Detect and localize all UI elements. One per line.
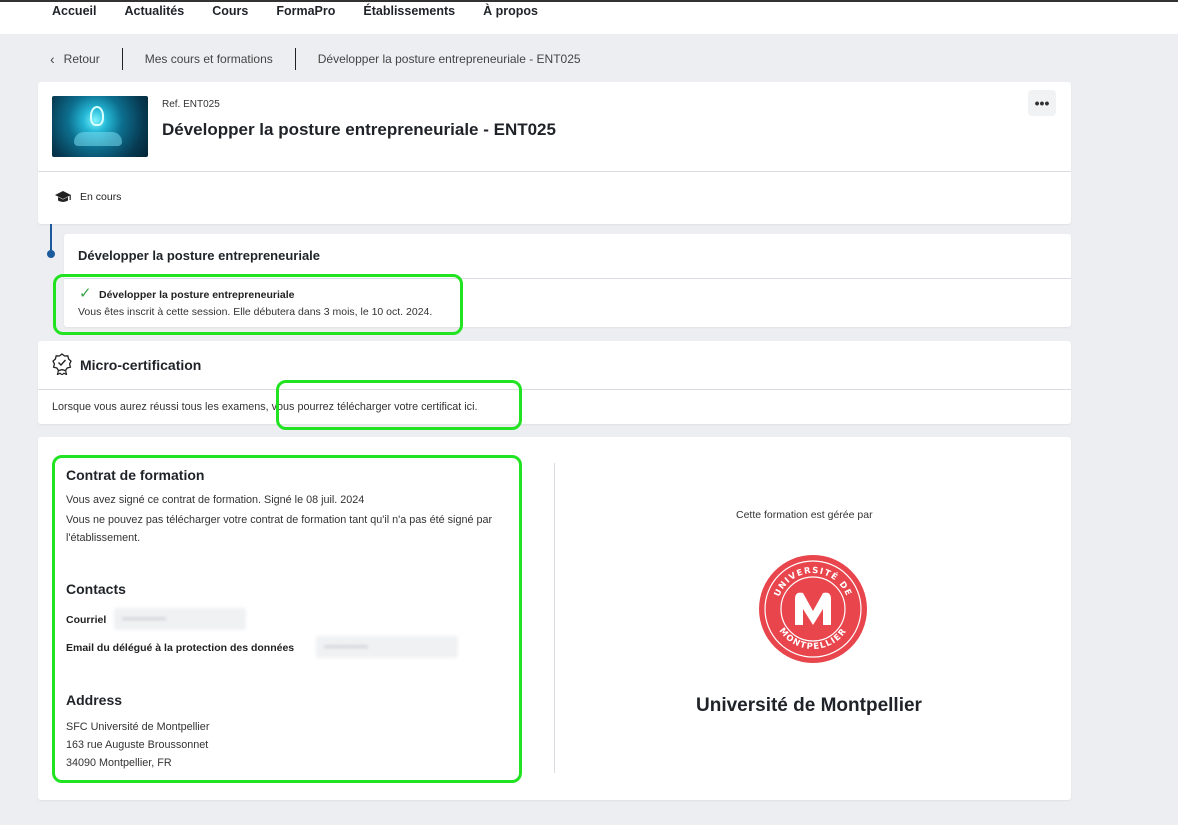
contract-card: Contrat de formation Vous avez signé ce … xyxy=(38,437,1071,800)
module-title: Développer la posture entrepreneuriale xyxy=(78,248,321,263)
contract-title: Contrat de formation xyxy=(66,467,205,483)
divider xyxy=(64,278,1071,279)
course-title: Développer la posture entrepreneuriale -… xyxy=(162,120,556,139)
hand-graphic xyxy=(74,132,122,146)
micro-certification-text: Lorsque vous aurez réussi tous les exame… xyxy=(52,401,478,413)
nav-a-propos[interactable]: À propos xyxy=(483,2,538,20)
session-name: Développer la posture entrepreneuriale xyxy=(99,289,295,301)
contract-download-info: Vous ne pouvez pas télécharger votre con… xyxy=(66,514,493,544)
module-card: Développer la posture entrepreneuriale ✓… xyxy=(64,234,1071,327)
chevron-left-icon: ‹ xyxy=(50,51,55,67)
award-badge-icon xyxy=(52,353,72,375)
breadcrumb: ‹ Retour Mes cours et formations Dévelop… xyxy=(50,48,581,70)
back-link[interactable]: ‹ Retour xyxy=(50,52,100,66)
course-ref: Ref. ENT025 xyxy=(162,99,220,110)
contract-signed-text: Vous avez signé ce contrat de formation.… xyxy=(66,494,365,506)
address-title: Address xyxy=(66,692,123,708)
check-icon: ✓ xyxy=(79,285,92,302)
micro-certification-card: Micro-certification Lorsque vous aurez r… xyxy=(38,341,1071,424)
column-divider xyxy=(554,463,555,773)
graduation-cap-icon xyxy=(55,191,71,202)
address-line-2: 163 rue Auguste Broussonnet xyxy=(66,739,209,751)
managed-by-label: Cette formation est gérée par xyxy=(736,509,873,521)
micro-certification-title: Micro-certification xyxy=(80,357,202,373)
email-label: Courriel xyxy=(66,614,107,626)
course-status: En cours xyxy=(54,190,121,204)
university-logo: UNIVERSITÉ DE MONTPELLIER xyxy=(759,555,867,663)
status-label: En cours xyxy=(80,191,122,203)
nav-accueil[interactable]: Accueil xyxy=(52,2,96,20)
breadcrumb-separator xyxy=(121,48,123,70)
nav-cours[interactable]: Cours xyxy=(212,2,248,20)
breadcrumb-parent-link[interactable]: Mes cours et formations xyxy=(145,52,273,66)
more-options-button[interactable]: ••• xyxy=(1028,90,1056,116)
university-name: Université de Montpellier xyxy=(696,695,922,716)
divider xyxy=(38,171,1071,172)
contacts-title: Contacts xyxy=(66,581,126,597)
dpo-email-value-redacted[interactable]: •••••••••••••• xyxy=(316,636,458,658)
address-line-3: 34090 Montpellier, FR xyxy=(66,757,172,769)
divider xyxy=(38,389,1071,390)
lightbulb-graphic xyxy=(90,106,104,126)
session-info: Vous êtes inscrit à cette session. Elle … xyxy=(78,306,433,318)
top-navigation: Accueil Actualités Cours FormaPro Établi… xyxy=(0,2,1178,34)
address-line-1: SFC Université de Montpellier xyxy=(66,721,210,733)
breadcrumb-current: Développer la posture entrepreneuriale -… xyxy=(317,52,581,66)
course-thumbnail xyxy=(52,96,148,157)
nav-actualites[interactable]: Actualités xyxy=(124,2,184,20)
dpo-email-label: Email du délégué à la protection des don… xyxy=(66,642,295,654)
course-header-card: Ref. ENT025 Développer la posture entrep… xyxy=(38,82,1071,224)
timeline-dot xyxy=(47,250,55,258)
breadcrumb-separator xyxy=(294,48,296,70)
email-value-redacted[interactable]: •••••••••••••• xyxy=(114,608,246,630)
nav-etablissements[interactable]: Établissements xyxy=(363,2,455,20)
more-dots-icon: ••• xyxy=(1034,95,1050,111)
back-label: Retour xyxy=(63,52,100,66)
nav-formapro[interactable]: FormaPro xyxy=(276,2,335,20)
